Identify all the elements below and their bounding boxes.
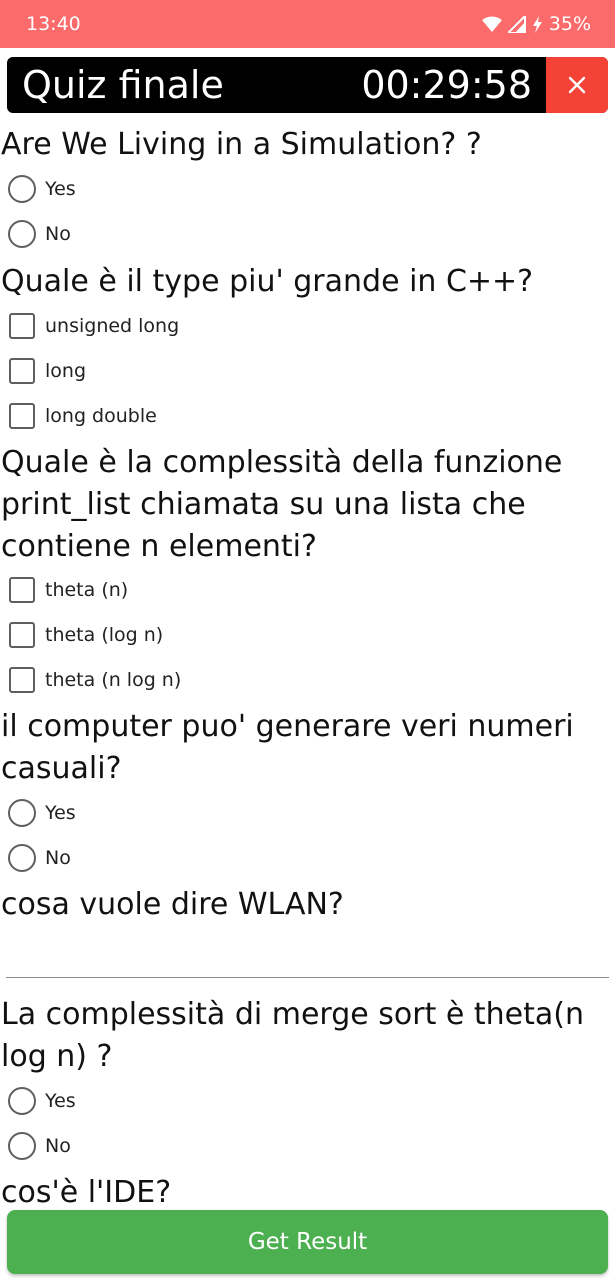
checkbox[interactable]	[9, 403, 35, 429]
checkbox[interactable]	[9, 313, 35, 339]
radio-button[interactable]	[8, 220, 36, 248]
option-label: Yes	[45, 1090, 76, 1112]
quiz-header: Quiz finale 00:29:58	[7, 57, 608, 113]
question-2-option-1[interactable]: unsigned long	[8, 308, 179, 344]
quiz-screen: 13:40 35% Quiz finale 00:29:58 Are We Li…	[0, 0, 615, 1280]
question-4-option-no[interactable]: No	[8, 840, 71, 876]
question-4-text: il computer puo' generare veri numeri ca…	[1, 709, 574, 786]
question-6-option-no[interactable]: No	[8, 1128, 71, 1164]
radio-button[interactable]	[8, 844, 36, 872]
question-3-option-1[interactable]: theta (n)	[8, 572, 128, 608]
question-3-text: Quale è la complessità della funzione pr…	[1, 445, 563, 564]
question-6-option-yes[interactable]: Yes	[8, 1083, 76, 1119]
radio-button[interactable]	[8, 799, 36, 827]
radio-button[interactable]	[8, 175, 36, 203]
questions-list[interactable]: Are We Living in a Simulation? ? Yes No …	[0, 120, 615, 1204]
option-label: Yes	[45, 178, 76, 200]
status-time: 13:40	[26, 13, 81, 35]
option-label: unsigned long	[45, 315, 180, 337]
question-5-text: cosa vuole dire WLAN?	[1, 887, 344, 922]
question-1-option-yes[interactable]: Yes	[8, 171, 76, 207]
quiz-timer: 00:29:58	[361, 63, 532, 107]
status-icons: 35%	[481, 13, 591, 35]
question-2-option-3[interactable]: long double	[8, 398, 157, 434]
checkbox[interactable]	[9, 622, 35, 648]
option-label: theta (n)	[45, 579, 129, 601]
status-bar: 13:40 35%	[0, 0, 615, 48]
question-2-text: Quale è il type piu' grande in C++?	[1, 264, 534, 299]
question-6-text: La complessità di merge sort è theta(n l…	[1, 997, 584, 1074]
close-icon	[568, 76, 586, 94]
checkbox[interactable]	[9, 667, 35, 693]
battery-level: 35%	[548, 13, 591, 35]
option-label: No	[45, 223, 71, 245]
get-result-button[interactable]: Get Result	[7, 1210, 608, 1274]
option-label: No	[45, 847, 71, 869]
option-label: long	[45, 360, 87, 382]
checkbox[interactable]	[9, 577, 35, 603]
question-2-option-2[interactable]: long	[8, 353, 86, 389]
question-1-option-no[interactable]: No	[8, 216, 71, 252]
option-label: No	[45, 1135, 71, 1157]
radio-button[interactable]	[8, 1132, 36, 1160]
radio-button[interactable]	[8, 1087, 36, 1115]
quiz-title: Quiz finale	[22, 63, 224, 107]
option-label: long double	[45, 405, 157, 427]
option-label: theta (log n)	[45, 624, 164, 646]
question-1-text: Are We Living in a Simulation? ?	[1, 127, 482, 162]
question-7-text: cos'è l'IDE?	[1, 1175, 172, 1204]
wifi-icon	[481, 16, 502, 32]
option-label: theta (n log n)	[45, 669, 182, 691]
question-3-option-2[interactable]: theta (log n)	[8, 617, 163, 653]
option-label: Yes	[45, 802, 76, 824]
close-button[interactable]	[546, 57, 608, 113]
signal-icon	[507, 15, 526, 33]
question-5-answer-field[interactable]	[6, 928, 609, 978]
question-3-option-3[interactable]: theta (n log n)	[8, 662, 181, 698]
checkbox[interactable]	[9, 358, 35, 384]
battery-charging-icon	[532, 15, 543, 33]
question-4-option-yes[interactable]: Yes	[8, 795, 76, 831]
